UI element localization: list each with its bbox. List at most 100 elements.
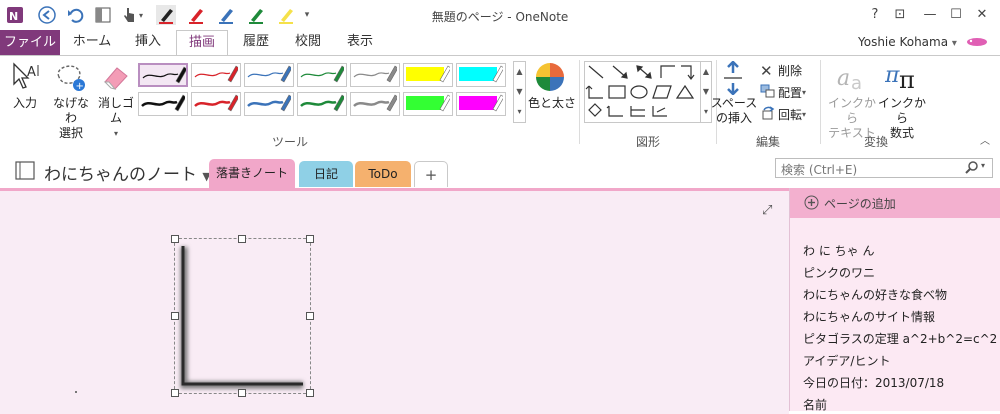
minimize-button[interactable]: — [921, 6, 939, 24]
insert-space-label: スペース の挿入 [710, 96, 758, 126]
page-list-item[interactable]: ピンクのワニ [803, 264, 875, 281]
tab-draw[interactable]: 描画 [176, 30, 228, 56]
tab-view[interactable]: 表示 [336, 30, 384, 54]
page-list-item[interactable]: ピタゴラスの定理 a^2+b^2=c^2 [803, 330, 997, 347]
highlighter-row1-7[interactable] [456, 63, 506, 87]
ink-dot [75, 391, 77, 393]
shapes-up-icon[interactable]: ▲ [701, 62, 711, 82]
notebook-switcher[interactable]: わにちゃんのノート ▼ [44, 160, 211, 185]
add-page-button[interactable]: ページの追加 [790, 188, 1000, 218]
separator [820, 60, 821, 144]
close-button[interactable]: ✕ [973, 6, 991, 24]
ribbon-tab-bar: ファイル ホーム 挿入 描画 履歴 校閲 表示 Yoshie Kohama ▾ [0, 30, 1000, 56]
delete-label: 削除 [778, 64, 803, 78]
restore-button[interactable]: ☐ [947, 6, 965, 24]
svg-text:a: a [851, 73, 862, 93]
help-button[interactable]: ? [866, 6, 884, 24]
highlighter-row2-7[interactable] [456, 92, 506, 116]
page-list-item[interactable]: 今日の日付：2013/07/18 [803, 374, 944, 391]
tab-review[interactable]: 校閲 [284, 30, 332, 54]
search-scope-dropdown-icon[interactable]: ▾ [981, 161, 985, 170]
arrange-button[interactable]: 配置 ▾ [760, 84, 806, 101]
collapse-ribbon-icon[interactable]: ︿ [980, 132, 990, 147]
fullscreen-expand-icon[interactable]: ⤢ [762, 203, 772, 218]
lasso-select-label: なげなわ 選択 [48, 96, 94, 141]
resize-handle[interactable] [238, 389, 246, 397]
pen-row1-3[interactable] [244, 63, 294, 87]
pen-gallery-scroll[interactable]: ▲ ▼ ▾ [513, 61, 526, 123]
resize-handle[interactable] [238, 235, 246, 243]
lasso-select-icon[interactable]: + [53, 63, 87, 96]
rotate-dropdown-icon: ▾ [802, 110, 807, 119]
tab-home[interactable]: ホーム [68, 30, 116, 54]
pen-row2-5[interactable] [350, 92, 400, 116]
page-canvas[interactable]: ⤢ [0, 188, 789, 414]
pen-gallery [138, 61, 514, 121]
search-placeholder: 検索 (Ctrl+E) [781, 163, 858, 177]
page-list-item[interactable]: 名前 [803, 396, 827, 413]
section-tab-rakugaki[interactable]: 落書きノート [209, 159, 295, 188]
ribbon-display-button[interactable]: ⊡ [891, 6, 909, 24]
add-section-button[interactable]: + [414, 161, 448, 187]
search-icon[interactable] [965, 160, 979, 177]
user-avatar-icon[interactable] [965, 36, 989, 51]
user-account[interactable]: Yoshie Kohama ▾ [858, 35, 957, 49]
type-tool-icon[interactable]: A [12, 62, 40, 95]
gallery-up-icon[interactable]: ▲ [514, 62, 525, 82]
tab-history[interactable]: 履歴 [232, 30, 280, 54]
section-tab-diary[interactable]: 日記 [299, 161, 353, 187]
pen-row1-2[interactable] [191, 63, 241, 87]
page-list-item[interactable]: わ に ちゃ ん [803, 242, 874, 259]
insert-space-icon[interactable] [722, 60, 744, 98]
pen-row1-5[interactable] [350, 63, 400, 87]
highlighter-row2-6[interactable] [403, 92, 453, 116]
svg-text:π: π [899, 66, 915, 94]
ink-to-text-icon: aa [837, 61, 867, 96]
ink-to-text-line1: インクから [827, 96, 876, 125]
svg-text:+: + [76, 81, 84, 92]
page-list-item[interactable]: わにちゃんのサイト情報 [803, 308, 935, 325]
arrange-icon [760, 84, 778, 101]
resize-handle[interactable] [306, 389, 314, 397]
rotate-button[interactable]: 回転 ▾ [760, 106, 806, 123]
title-bar: N ▾ ▾ 無題のページ - OneNote ? ⊡ — ☐ ✕ [0, 0, 1000, 30]
resize-handle[interactable] [171, 312, 179, 320]
pen-row2-4[interactable] [297, 92, 347, 116]
pen-row1-4[interactable] [297, 63, 347, 87]
eraser-dropdown-icon[interactable]: ▾ [93, 126, 139, 141]
ribbon-draw: A 入力 + なげなわ 選択 消しゴム ▾ ▲ ▼ ▾ 色と太さ ツール ▲ ▼… [0, 55, 1000, 149]
page-list-item[interactable]: アイデア/ヒント [803, 352, 890, 369]
add-page-icon [804, 195, 819, 213]
resize-handle[interactable] [171, 235, 179, 243]
lasso-label-line2: 選択 [58, 126, 83, 140]
tab-file[interactable]: ファイル [0, 30, 60, 55]
line-shape [588, 65, 604, 79]
section-tab-todo[interactable]: ToDo [355, 161, 411, 187]
section-tab-label: 日記 [313, 167, 338, 181]
gallery-down-icon[interactable]: ▼ [514, 82, 525, 102]
type-tool-label: 入力 [12, 96, 37, 110]
pen-row2-3[interactable] [244, 92, 294, 116]
resize-handle[interactable] [306, 312, 314, 320]
ink-selection-box[interactable] [171, 235, 314, 397]
lasso-label-line1: なげなわ [52, 96, 89, 125]
user-name: Yoshie Kohama [858, 35, 949, 49]
shapes-gallery[interactable] [584, 61, 701, 123]
pen-row2-1[interactable] [138, 92, 188, 116]
delete-button[interactable]: ✕ 削除 [760, 62, 803, 80]
page-list-item[interactable]: わにちゃんの好きな食べ物 [803, 286, 947, 303]
ink-stroke-L[interactable] [175, 239, 310, 393]
search-input[interactable]: 検索 (Ctrl+E) ▾ [775, 158, 993, 178]
color-thickness-icon[interactable] [535, 62, 565, 95]
resize-handle[interactable] [306, 235, 314, 243]
highlighter-row1-6[interactable] [403, 63, 453, 87]
resize-handle[interactable] [171, 389, 179, 397]
tab-insert[interactable]: 挿入 [124, 30, 172, 54]
svg-text:π: π [885, 63, 900, 88]
eraser-icon[interactable] [101, 62, 131, 95]
ink-to-math-icon[interactable]: ππ [884, 60, 919, 97]
pen-row1-1[interactable] [138, 63, 188, 87]
gallery-more-icon[interactable]: ▾ [514, 102, 525, 122]
pen-row2-2[interactable] [191, 92, 241, 116]
insert-space-line2: の挿入 [715, 111, 752, 125]
